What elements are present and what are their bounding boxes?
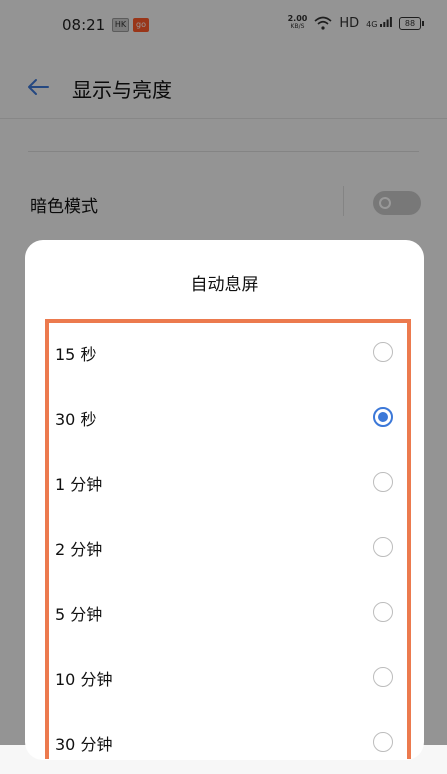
radio-icon[interactable] bbox=[373, 602, 393, 622]
option-label: 1 分钟 bbox=[55, 475, 103, 494]
sheet-title: 自动息屏 bbox=[190, 275, 259, 295]
radio-icon[interactable] bbox=[373, 472, 393, 492]
option-label: 30 分钟 bbox=[55, 735, 113, 754]
option-label: 10 分钟 bbox=[55, 670, 113, 689]
option-label: 2 分钟 bbox=[55, 540, 103, 559]
auto-screen-off-sheet: 自动息屏 15 秒 30 秒 1 分钟 2 分钟 5 分钟 10 分钟 30 分钟 bbox=[25, 240, 424, 760]
option-label: 15 秒 bbox=[55, 345, 97, 364]
radio-icon[interactable] bbox=[373, 537, 393, 557]
radio-icon[interactable] bbox=[373, 732, 393, 752]
timeout-option[interactable]: 10 分钟 bbox=[25, 645, 424, 709]
timeout-option[interactable]: 2 分钟 bbox=[25, 515, 424, 579]
timeout-option[interactable]: 15 秒 bbox=[25, 320, 424, 384]
timeout-option[interactable]: 1 分钟 bbox=[25, 450, 424, 514]
timeout-option[interactable]: 30 分钟 bbox=[25, 710, 424, 774]
timeout-option[interactable]: 5 分钟 bbox=[25, 580, 424, 644]
radio-selected-icon[interactable] bbox=[373, 407, 393, 427]
radio-icon[interactable] bbox=[373, 342, 393, 362]
option-label: 30 秒 bbox=[55, 410, 97, 429]
radio-icon[interactable] bbox=[373, 667, 393, 687]
radio-dot bbox=[378, 412, 388, 422]
option-label: 5 分钟 bbox=[55, 605, 103, 624]
timeout-option[interactable]: 30 秒 bbox=[25, 385, 424, 449]
